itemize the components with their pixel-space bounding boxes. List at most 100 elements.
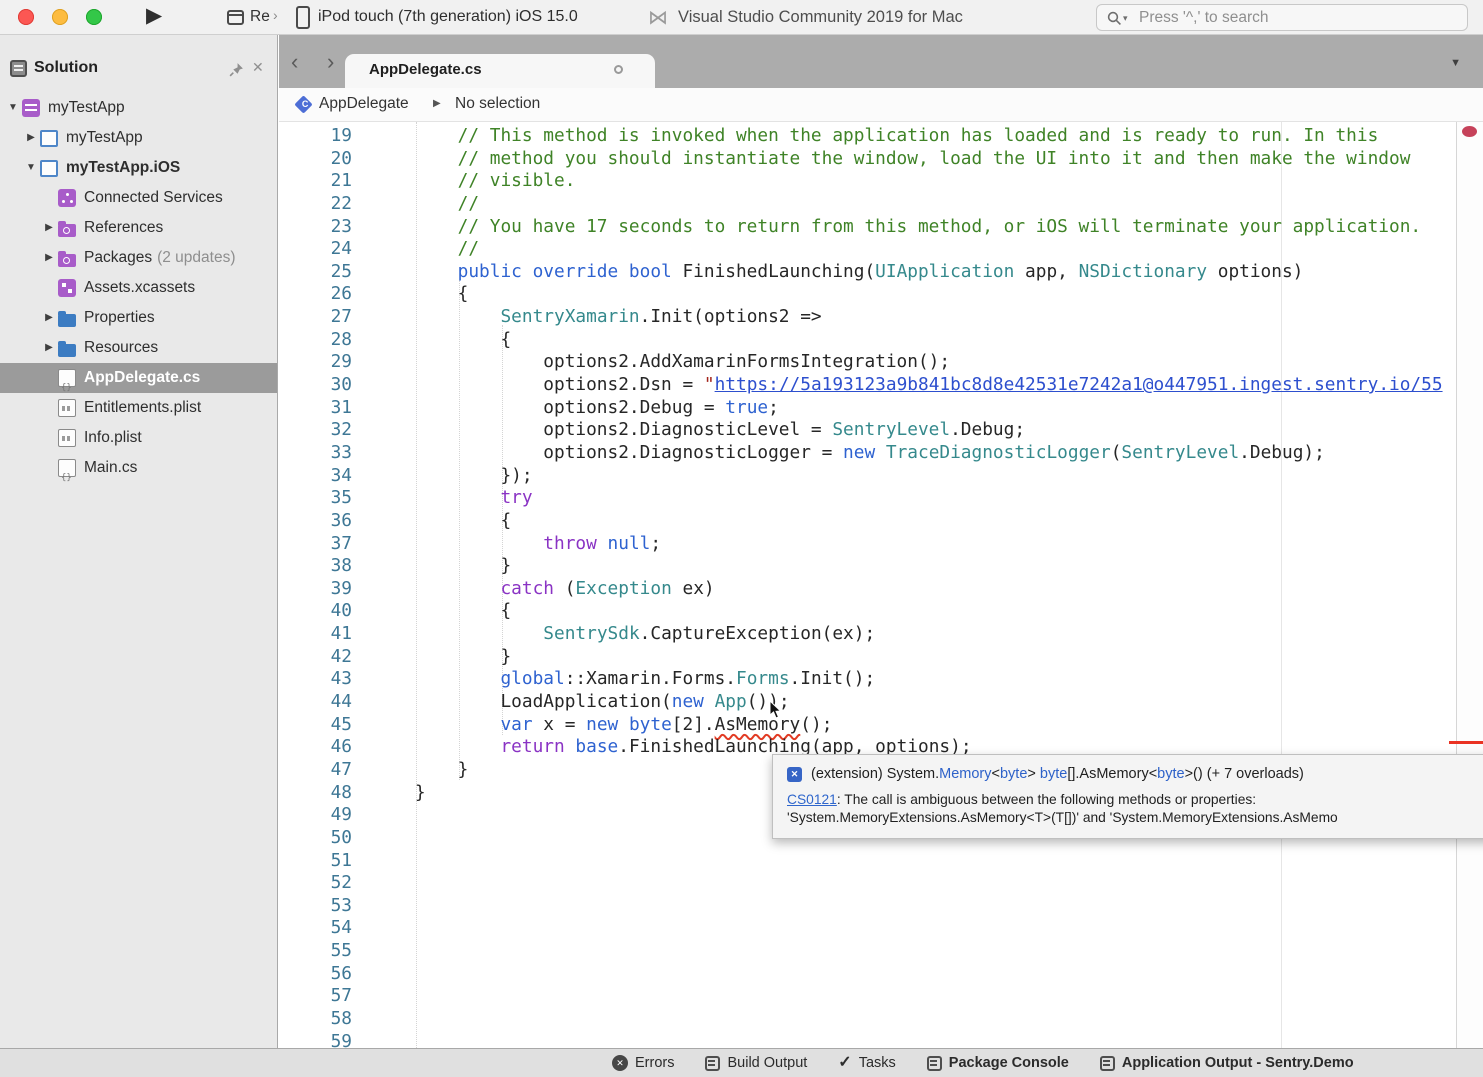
bottom-tab-application-output-sentry-demo[interactable]: Application Output - Sentry.Demo [1100,1055,1354,1071]
sidebar-item-resources[interactable]: ▶Resources [0,333,277,363]
line-number: 47 [279,759,352,782]
pin-icon[interactable] [228,61,245,78]
sidebar-item-packages[interactable]: ▶ Packages(2 updates) [0,243,277,273]
bottom-tab-errors[interactable]: ✕Errors [612,1055,674,1071]
chevron-right-icon[interactable]: ▶ [40,303,58,333]
sidebar-item-appdelegate-cs[interactable]: AppDelegate.cs [0,363,277,393]
configuration-selector[interactable]: Re [250,8,270,26]
sidebar-item-mytestapp[interactable]: ▶myTestApp [0,123,277,153]
sidebar-item-assets-xcassets[interactable]: Assets.xcassets [0,273,277,303]
error-code-link[interactable]: CS0121 [787,792,837,807]
sidebar-item-entitlements-plist[interactable]: Entitlements.plist [0,393,277,423]
bottom-tab-package-console[interactable]: Package Console [927,1055,1069,1071]
bottom-tab-build-output[interactable]: Build Output [705,1055,807,1071]
sidebar-item-label: AppDelegate.cs [84,363,200,393]
code-line[interactable]: 22 // [279,193,1456,216]
sidebar-item-suffix: (2 updates) [157,243,235,273]
chevron-right-icon[interactable]: ▶ [22,123,40,153]
code-line[interactable]: 56 [279,963,1456,986]
code-line[interactable]: 54 [279,917,1456,940]
tab-label: AppDelegate.cs [369,61,482,78]
sidebar-item-main-cs[interactable]: Main.cs [0,453,277,483]
sidebar-item-info-plist[interactable]: Info.plist [0,423,277,453]
code-line[interactable]: 38 } [279,555,1456,578]
search-input[interactable]: ▾ Press '^,' to search [1096,4,1468,31]
code-line[interactable]: 44 LoadApplication(new App()); [279,691,1456,714]
run-button[interactable]: ▶ [146,3,162,28]
code-line[interactable]: 52 [279,872,1456,895]
tab-list-dropdown[interactable]: ▼ [1450,57,1461,69]
minimize-window-button[interactable] [52,9,68,25]
code-line[interactable]: 21 // visible. [279,170,1456,193]
close-window-button[interactable] [18,9,34,25]
code-line[interactable]: 42 } [279,646,1456,669]
code-line[interactable]: 23 // You have 17 seconds to return from… [279,216,1456,239]
sidebar-item-mytestapp[interactable]: ▼myTestApp [0,93,277,123]
sidebar-item-properties[interactable]: ▶Properties [0,303,277,333]
sidebar-item-references[interactable]: ▶References [0,213,277,243]
code-line[interactable]: 59 [279,1031,1456,1048]
code-line[interactable]: 55 [279,940,1456,963]
code-text: catch (Exception ex) [372,578,715,601]
code-line[interactable]: 34 }); [279,465,1456,488]
code-line[interactable]: 19 // This method is invoked when the ap… [279,125,1456,148]
code-line[interactable]: 43 global::Xamarin.Forms.Forms.Init(); [279,668,1456,691]
doc-icon [705,1056,720,1071]
code-line[interactable]: 37 throw null; [279,533,1456,556]
code-line[interactable]: 20 // method you should instantiate the … [279,148,1456,171]
code-line[interactable]: 33 options2.DiagnosticLogger = new Trace… [279,442,1456,465]
class-icon: C [294,95,312,113]
solution-pane: Solution ✕ ▼myTestApp▶myTestApp▼myTestAp… [0,35,278,1048]
editor-scrollbar[interactable] [1456,122,1483,1048]
zoom-window-button[interactable] [86,9,102,25]
sidebar-item-mytestapp-ios[interactable]: ▼ myTestApp.iOS [0,153,277,183]
navigate-forward-button[interactable]: › [327,49,334,75]
navigate-back-button[interactable]: ‹ [291,49,298,75]
sln-icon [22,99,40,117]
chevron-down-icon[interactable]: ▼ [4,93,22,123]
code-line[interactable]: 41 SentrySdk.CaptureException(ex); [279,623,1456,646]
chevron-right-icon[interactable]: ▶ [40,333,58,363]
code-line[interactable]: 31 options2.Debug = true; [279,397,1456,420]
code-editor[interactable]: 19 // This method is invoked when the ap… [279,122,1456,1048]
tab-appdelegate[interactable]: AppDelegate.cs [345,54,655,88]
line-number: 21 [279,170,352,193]
code-line[interactable]: 39 catch (Exception ex) [279,578,1456,601]
code-line[interactable]: 29 options2.AddXamarinFormsIntegration()… [279,351,1456,374]
code-line[interactable]: 57 [279,985,1456,1008]
pfolder-icon [58,224,76,237]
code-line[interactable]: 24 // [279,238,1456,261]
close-icon[interactable]: ✕ [252,59,264,76]
device-selector[interactable]: iPod touch (7th generation) iOS 15.0 [318,8,578,26]
chevron-down-icon[interactable]: ▼ [22,153,40,183]
code-line[interactable]: 45 var x = new byte[2].AsMemory(); [279,714,1456,737]
line-number: 28 [279,329,352,352]
code-line[interactable]: 40 { [279,600,1456,623]
code-line[interactable]: 58 [279,1008,1456,1031]
code-line[interactable]: 53 [279,895,1456,918]
chevron-right-icon[interactable]: ▶ [40,243,58,273]
sidebar-item-label: Packages [84,243,152,273]
sidebar-item-label: myTestApp.iOS [66,153,180,183]
code-text: var x = new byte[2].AsMemory(); [372,714,832,737]
vs-mac-window: ▶ Re › iPod touch (7th generation) iOS 1… [0,0,1483,1077]
error-position-marker[interactable] [1449,741,1483,744]
code-line[interactable]: 26 { [279,283,1456,306]
code-line[interactable]: 28 { [279,329,1456,352]
code-line[interactable]: 32 options2.DiagnosticLevel = SentryLeve… [279,419,1456,442]
code-line[interactable]: 30 options2.Dsn = "https://5a193123a9b84… [279,374,1456,397]
code-text: } [372,555,511,578]
breadcrumb-selection[interactable]: No selection [455,95,540,113]
error-indicator-icon[interactable] [1462,126,1477,137]
code-line[interactable]: 27 SentryXamarin.Init(options2 => [279,306,1456,329]
code-line[interactable]: 51 [279,850,1456,873]
chevron-right-icon[interactable]: ▶ [40,213,58,243]
code-line[interactable]: 25 public override bool FinishedLaunchin… [279,261,1456,284]
code-line[interactable]: 35 try [279,487,1456,510]
code-line[interactable]: 36 { [279,510,1456,533]
sidebar-item-connected-services[interactable]: Connected Services [0,183,277,213]
code-text: // This method is invoked when the appli… [372,125,1378,148]
breadcrumb-class[interactable]: AppDelegate [319,95,409,113]
bottom-tab-tasks[interactable]: ✓Tasks [838,1055,895,1071]
modified-indicator-icon [614,65,623,74]
